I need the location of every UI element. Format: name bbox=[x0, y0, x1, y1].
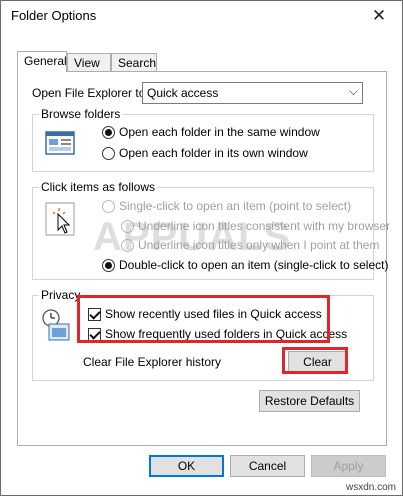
checkbox-frequent-folders[interactable] bbox=[88, 328, 101, 341]
click-items-title: Click items as follows bbox=[39, 180, 158, 194]
click-items-group: Click items as follows Single-click to o… bbox=[32, 180, 390, 280]
tab-search[interactable]: Search bbox=[111, 53, 157, 71]
window-title: Folder Options bbox=[11, 8, 97, 23]
browse-folders-title: Browse folders bbox=[39, 107, 123, 121]
privacy-clock-icon bbox=[42, 309, 70, 341]
close-button[interactable]: ✕ bbox=[356, 1, 402, 31]
same-window-label[interactable]: Open each folder in the same window bbox=[119, 125, 320, 139]
clear-history-label: Clear File Explorer history bbox=[83, 355, 222, 369]
title-bar: Folder Options ✕ bbox=[1, 1, 402, 31]
cancel-button[interactable]: Cancel bbox=[230, 455, 305, 477]
tab-view[interactable]: View bbox=[67, 53, 111, 71]
open-explorer-label: Open File Explorer to: bbox=[32, 86, 149, 100]
privacy-title: Privacy bbox=[39, 288, 83, 302]
radio-underline-point[interactable] bbox=[121, 239, 134, 252]
radio-own-window[interactable] bbox=[102, 147, 115, 160]
radio-single-click[interactable] bbox=[102, 200, 115, 213]
radio-double-click[interactable] bbox=[102, 259, 115, 272]
underline-point-label[interactable]: Underline icon titles only when I point … bbox=[138, 238, 379, 252]
open-explorer-value: Quick access bbox=[147, 86, 219, 100]
folder-options-dialog: Folder Options ✕ General View Search Ope… bbox=[0, 0, 403, 496]
general-panel: Open File Explorer to: Quick access ⌵ Br… bbox=[17, 71, 390, 446]
source-watermark: wsxdn.com bbox=[345, 482, 396, 493]
tab-general[interactable]: General bbox=[17, 51, 67, 72]
ok-button[interactable]: OK bbox=[149, 455, 224, 477]
radio-same-window[interactable] bbox=[102, 126, 115, 139]
double-click-label[interactable]: Double-click to open an item (single-cli… bbox=[119, 258, 388, 272]
checkbox-recent-files[interactable] bbox=[88, 308, 101, 321]
single-click-label[interactable]: Single-click to open an item (point to s… bbox=[119, 199, 351, 213]
open-explorer-select[interactable]: Quick access ⌵ bbox=[142, 82, 363, 104]
own-window-label[interactable]: Open each folder in its own window bbox=[119, 146, 308, 160]
underline-browser-label[interactable]: Underline icon titles consistent with my… bbox=[138, 219, 390, 233]
frequent-folders-label[interactable]: Show frequently used folders in Quick ac… bbox=[105, 327, 347, 341]
browse-folders-icon bbox=[45, 131, 75, 155]
radio-underline-browser[interactable] bbox=[121, 220, 134, 233]
chevron-down-icon: ⌵ bbox=[348, 84, 358, 98]
close-icon: ✕ bbox=[371, 6, 387, 25]
cursor-click-icon bbox=[45, 202, 75, 236]
clear-button[interactable]: Clear bbox=[288, 351, 347, 373]
privacy-group: Privacy Show recently used files in Quic… bbox=[32, 288, 374, 381]
restore-defaults-button[interactable]: Restore Defaults bbox=[259, 390, 360, 412]
apply-button[interactable]: Apply bbox=[311, 455, 386, 477]
browse-folders-group: Browse folders Open each folder in the s… bbox=[32, 107, 374, 172]
recent-files-label[interactable]: Show recently used files in Quick access bbox=[105, 307, 322, 321]
